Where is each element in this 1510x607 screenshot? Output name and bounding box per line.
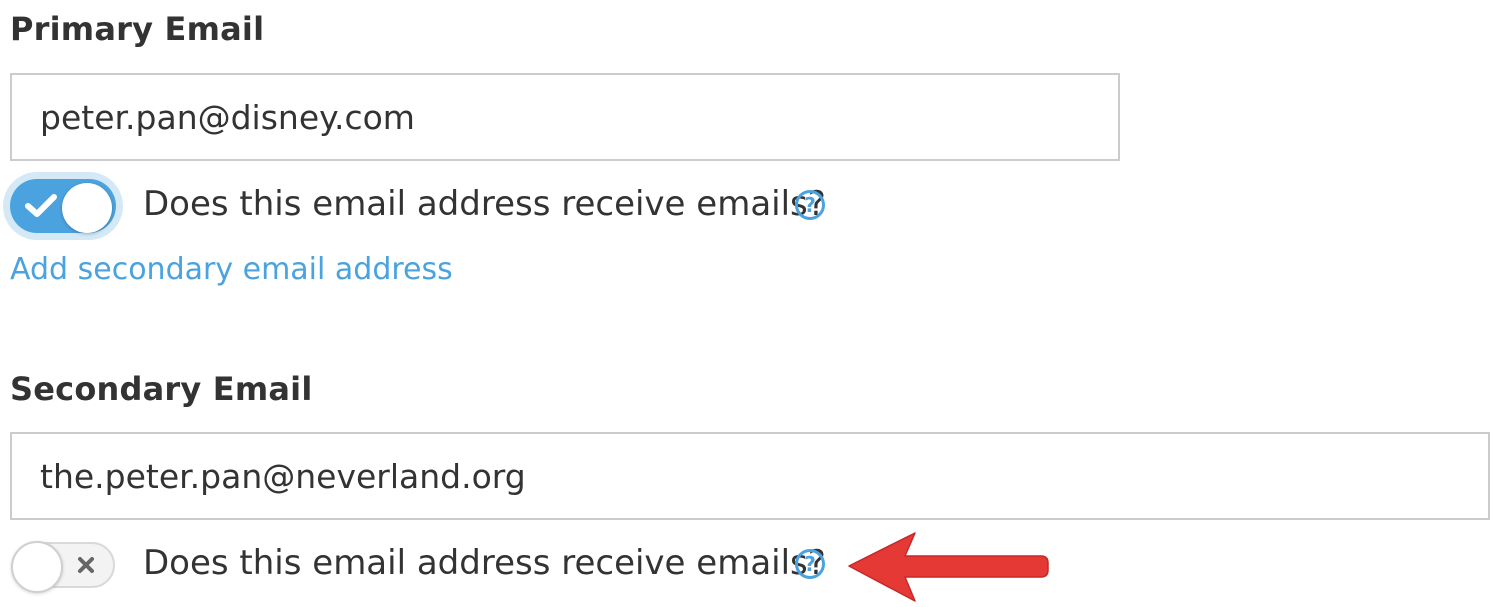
primary-email-input[interactable] — [10, 73, 1120, 161]
question-circle-icon[interactable]: ? — [795, 190, 825, 220]
toggle-knob — [11, 541, 63, 593]
secondary-email-input[interactable] — [10, 432, 1490, 520]
primary-email-title: Primary Email — [10, 10, 265, 48]
question-circle-icon[interactable]: ? — [795, 549, 825, 579]
toggle-knob — [62, 183, 112, 233]
add-secondary-email-link[interactable]: Add secondary email address — [10, 252, 453, 287]
x-icon — [78, 557, 94, 573]
secondary-receive-emails-toggle[interactable] — [11, 541, 115, 593]
checkmark-icon — [25, 194, 57, 217]
primary-receive-emails-toggle[interactable] — [10, 179, 116, 233]
secondary-receive-emails-question: Does this email address receive emails? — [143, 543, 826, 583]
primary-receive-emails-question: Does this email address receive emails? — [143, 184, 826, 224]
secondary-email-title: Secondary Email — [10, 370, 313, 408]
red-arrow-left-icon — [848, 532, 1049, 602]
